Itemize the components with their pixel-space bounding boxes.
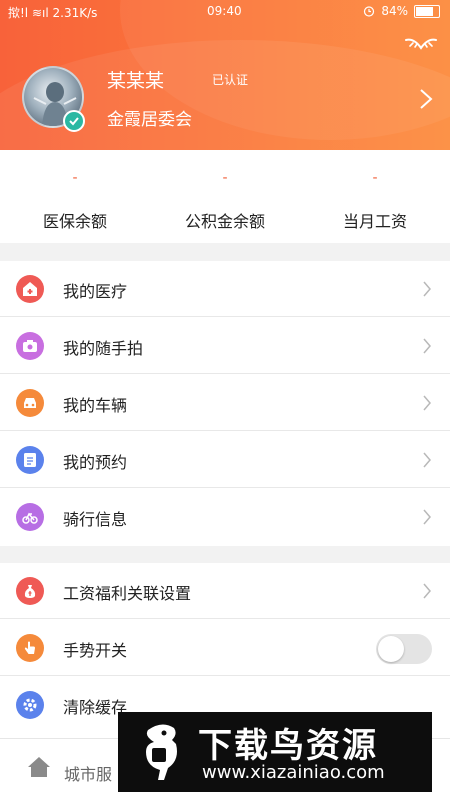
menu-item-gesture: 手势开关 bbox=[0, 620, 450, 676]
verified-badge: 已认证 bbox=[212, 73, 249, 87]
menu-group-personal: 我的医疗 我的随手拍 我的车辆 我的预约 骑行信息 bbox=[0, 261, 450, 546]
menu-item-appointments[interactable]: 我的预约 bbox=[0, 432, 450, 488]
status-bar: 揿!l ≋ıl 2.31K/s 09:40 84% bbox=[0, 0, 450, 26]
chevron-right-icon bbox=[423, 395, 431, 411]
menu-item-vehicles[interactable]: 我的车辆 bbox=[0, 375, 450, 431]
menu-item-label: 我的医疗 bbox=[63, 282, 128, 301]
watermark-url: www.xiazainiao.com bbox=[202, 762, 385, 783]
stat-medical-insurance[interactable]: - 医保余额 bbox=[0, 150, 150, 243]
chevron-right-icon bbox=[423, 452, 431, 468]
gesture-toggle[interactable] bbox=[376, 634, 432, 664]
verified-shield-icon bbox=[63, 110, 85, 132]
battery-icon bbox=[414, 4, 440, 18]
menu-item-label: 我的预约 bbox=[63, 453, 128, 472]
menu-item-label: 骑行信息 bbox=[63, 510, 128, 529]
menu-item-cycling[interactable]: 骑行信息 bbox=[0, 489, 450, 545]
menu-item-label: 手势开关 bbox=[63, 641, 128, 660]
chevron-right-icon bbox=[423, 338, 431, 354]
stat-label: 医保余额 bbox=[42, 212, 107, 231]
battery-percent: 84% bbox=[381, 4, 408, 18]
stat-value: - bbox=[222, 170, 228, 186]
watermark-overlay: 下载鸟资源 www.xiazainiao.com bbox=[118, 712, 432, 792]
chevron-right-icon bbox=[423, 281, 431, 297]
home-icon[interactable] bbox=[26, 755, 52, 779]
toggle-knob bbox=[378, 636, 404, 662]
profile-header[interactable]: 揿!l ≋ıl 2.31K/s 09:40 84% 某某某 已认证 金霞居委会 bbox=[0, 0, 450, 150]
menu-item-label: 我的车辆 bbox=[63, 396, 128, 415]
stat-value: - bbox=[372, 170, 378, 186]
chevron-right-icon[interactable] bbox=[418, 88, 434, 110]
stat-monthly-salary[interactable]: - 当月工资 bbox=[300, 150, 450, 243]
stat-label: 当月工资 bbox=[342, 212, 407, 231]
wings-icon[interactable] bbox=[404, 36, 438, 54]
bike-icon bbox=[16, 503, 44, 531]
alarm-icon bbox=[364, 6, 375, 17]
stat-housing-fund[interactable]: - 公积金余额 bbox=[150, 150, 300, 243]
status-right: 84% bbox=[363, 4, 440, 18]
clock: 09:40 bbox=[207, 4, 242, 18]
network-status: 揿!l ≋ıl 2.31K/s bbox=[8, 6, 98, 20]
stat-value: - bbox=[72, 170, 78, 186]
camera-icon bbox=[16, 332, 44, 360]
money-bag-icon bbox=[16, 577, 44, 605]
menu-item-label: 我的随手拍 bbox=[63, 339, 144, 358]
appointment-icon bbox=[16, 446, 44, 474]
gesture-icon bbox=[16, 634, 44, 662]
medical-icon bbox=[16, 275, 44, 303]
tab-city-services[interactable]: 城市服 bbox=[64, 761, 112, 785]
menu-item-salary-settings[interactable]: 工资福利关联设置 bbox=[0, 563, 450, 619]
menu-item-label: 工资福利关联设置 bbox=[63, 584, 192, 603]
chevron-right-icon bbox=[423, 583, 431, 599]
user-organization: 金霞居委会 bbox=[107, 110, 192, 130]
gear-icon bbox=[16, 691, 44, 719]
car-icon bbox=[16, 389, 44, 417]
balance-stats: - 医保余额 - 公积金余额 - 当月工资 bbox=[0, 150, 450, 243]
menu-item-medical[interactable]: 我的医疗 bbox=[0, 261, 450, 317]
menu-item-snapshot[interactable]: 我的随手拍 bbox=[0, 318, 450, 374]
watermark-logo bbox=[146, 724, 177, 780]
watermark-title: 下载鸟资源 bbox=[198, 726, 378, 766]
stat-label: 公积金余额 bbox=[184, 212, 265, 231]
user-name: 某某某 bbox=[107, 70, 165, 92]
chevron-right-icon bbox=[423, 509, 431, 525]
